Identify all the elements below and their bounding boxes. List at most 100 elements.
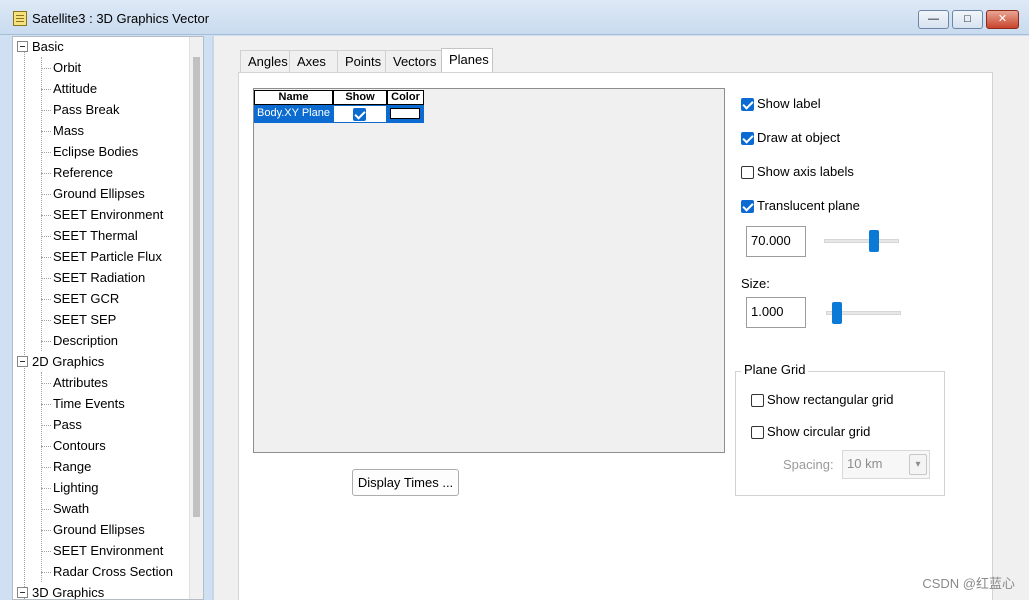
tree-item[interactable]: Time Events xyxy=(53,394,125,414)
tree-connector xyxy=(41,131,51,132)
draw-at-object-checkbox[interactable] xyxy=(741,132,754,145)
show-rectangular-grid-checkbox[interactable] xyxy=(751,394,764,407)
size-input[interactable]: 1.000 xyxy=(746,297,806,328)
tree-connector xyxy=(41,257,51,258)
tree-group[interactable]: 3D Graphics xyxy=(17,583,105,600)
tree-item[interactable]: SEET Thermal xyxy=(53,226,138,246)
tree-connector xyxy=(41,551,51,552)
tree-connector xyxy=(41,425,51,426)
translucency-slider-thumb[interactable] xyxy=(869,230,879,252)
tab-axes[interactable]: Axes xyxy=(289,50,339,72)
tree-connector xyxy=(41,152,51,153)
tree-connector xyxy=(41,194,51,195)
tree-item[interactable]: Orbit xyxy=(53,58,81,78)
tab-angles[interactable]: Angles xyxy=(240,50,290,72)
maximize-button[interactable]: □ xyxy=(952,10,983,29)
tab-planes[interactable]: Planes xyxy=(441,48,493,73)
tree-item[interactable]: SEET SEP xyxy=(53,310,116,330)
column-header-color[interactable]: Color xyxy=(387,90,424,105)
tree-item[interactable]: Eclipse Bodies xyxy=(53,142,138,162)
show-label-label: Show label xyxy=(757,96,821,111)
window-title: Satellite3 : 3D Graphics Vector xyxy=(32,11,210,26)
display-times-button[interactable]: Display Times ... xyxy=(352,469,459,496)
show-rectangular-grid-label: Show rectangular grid xyxy=(767,392,894,407)
tree-item[interactable]: SEET Environment xyxy=(53,205,163,225)
tree-connector xyxy=(41,467,51,468)
spacing-label: Spacing: xyxy=(783,457,834,472)
tree-group[interactable]: Basic xyxy=(17,37,64,57)
tree-group-label: Basic xyxy=(32,39,64,54)
tree-connector xyxy=(41,509,51,510)
tree-connector xyxy=(41,57,42,351)
tree-item[interactable]: Contours xyxy=(53,436,106,456)
tree-scrollbar[interactable] xyxy=(189,37,203,599)
tree-item[interactable]: Reference xyxy=(53,163,113,183)
show-axis-labels-checkbox[interactable] xyxy=(741,166,754,179)
translucent-plane-checkbox[interactable] xyxy=(741,200,754,213)
tree-item[interactable]: Ground Ellipses xyxy=(53,520,145,540)
tree-group-label: 2D Graphics xyxy=(32,354,105,369)
tree-connector xyxy=(41,236,51,237)
tree-connector xyxy=(41,488,51,489)
tree-connector xyxy=(41,383,51,384)
tree-item[interactable]: SEET Radiation xyxy=(53,268,145,288)
tree-item[interactable]: SEET GCR xyxy=(53,289,119,309)
watermark: CSDN @红蓝心 xyxy=(922,576,1015,591)
tree-item[interactable]: Attitude xyxy=(53,79,97,99)
collapse-icon[interactable] xyxy=(17,587,28,598)
color-swatch[interactable] xyxy=(390,108,420,119)
tree-item[interactable]: Lighting xyxy=(53,478,99,498)
size-slider-thumb[interactable] xyxy=(832,302,842,324)
tree-connector xyxy=(41,446,51,447)
plane-show-checkbox[interactable] xyxy=(353,108,366,121)
tree-group-label: 3D Graphics xyxy=(32,585,105,600)
tree-connector xyxy=(41,404,51,405)
show-axis-labels-label: Show axis labels xyxy=(757,164,854,179)
column-header-show[interactable]: Show xyxy=(333,90,387,105)
tree-item[interactable]: Attributes xyxy=(53,373,108,393)
app-icon xyxy=(13,11,27,26)
column-header-name[interactable]: Name xyxy=(254,90,333,105)
tree-connector xyxy=(41,110,51,111)
tree-item[interactable]: Radar Cross Section xyxy=(53,562,173,582)
tree-connector xyxy=(41,215,51,216)
tree-connector xyxy=(41,572,51,573)
tree-item[interactable]: Pass Break xyxy=(53,100,119,120)
tree-scrollbar-thumb[interactable] xyxy=(193,57,200,517)
translucent-plane-label: Translucent plane xyxy=(757,198,860,213)
tab-points[interactable]: Points xyxy=(337,50,387,72)
close-button[interactable]: ✕ xyxy=(986,10,1019,29)
tree-item[interactable]: SEET Particle Flux xyxy=(53,247,162,267)
tree-connector xyxy=(24,51,25,599)
translucency-slider[interactable] xyxy=(824,239,899,243)
minimize-button[interactable]: — xyxy=(918,10,949,29)
spacing-units-button[interactable]: ▾ xyxy=(909,454,927,475)
title-bar: Satellite3 : 3D Graphics Vector — □ ✕ xyxy=(0,0,1029,35)
tree-item[interactable]: SEET Environment xyxy=(53,541,163,561)
tree-item[interactable]: Range xyxy=(53,457,91,477)
tree-item[interactable]: Pass xyxy=(53,415,82,435)
tree-item[interactable]: Ground Ellipses xyxy=(53,184,145,204)
plane-grid-title: Plane Grid xyxy=(741,362,809,377)
draw-at-object-label: Draw at object xyxy=(757,130,841,145)
tree-connector xyxy=(41,278,51,279)
collapse-icon[interactable] xyxy=(17,41,28,52)
tree-item[interactable]: Swath xyxy=(53,499,89,519)
show-label-checkbox[interactable] xyxy=(741,98,754,111)
tree-connector xyxy=(41,68,51,69)
plane-name-cell[interactable]: Body.XY Plane xyxy=(255,105,333,123)
tree-item[interactable]: Description xyxy=(53,331,118,351)
translucency-input[interactable]: 70.000 xyxy=(746,226,806,257)
tab-vectors[interactable]: Vectors xyxy=(385,50,442,72)
tree-connector xyxy=(41,89,51,90)
tree-item[interactable]: Mass xyxy=(53,121,84,141)
tree-connector xyxy=(41,173,51,174)
show-circular-grid-label: Show circular grid xyxy=(767,424,871,439)
planes-grid[interactable] xyxy=(253,88,725,453)
tree-connector xyxy=(41,320,51,321)
color-cell[interactable] xyxy=(387,105,424,123)
collapse-icon[interactable] xyxy=(17,356,28,367)
show-circular-grid-checkbox[interactable] xyxy=(751,426,764,439)
tree-group[interactable]: 2D Graphics xyxy=(17,352,104,372)
size-label: Size: xyxy=(741,276,770,291)
